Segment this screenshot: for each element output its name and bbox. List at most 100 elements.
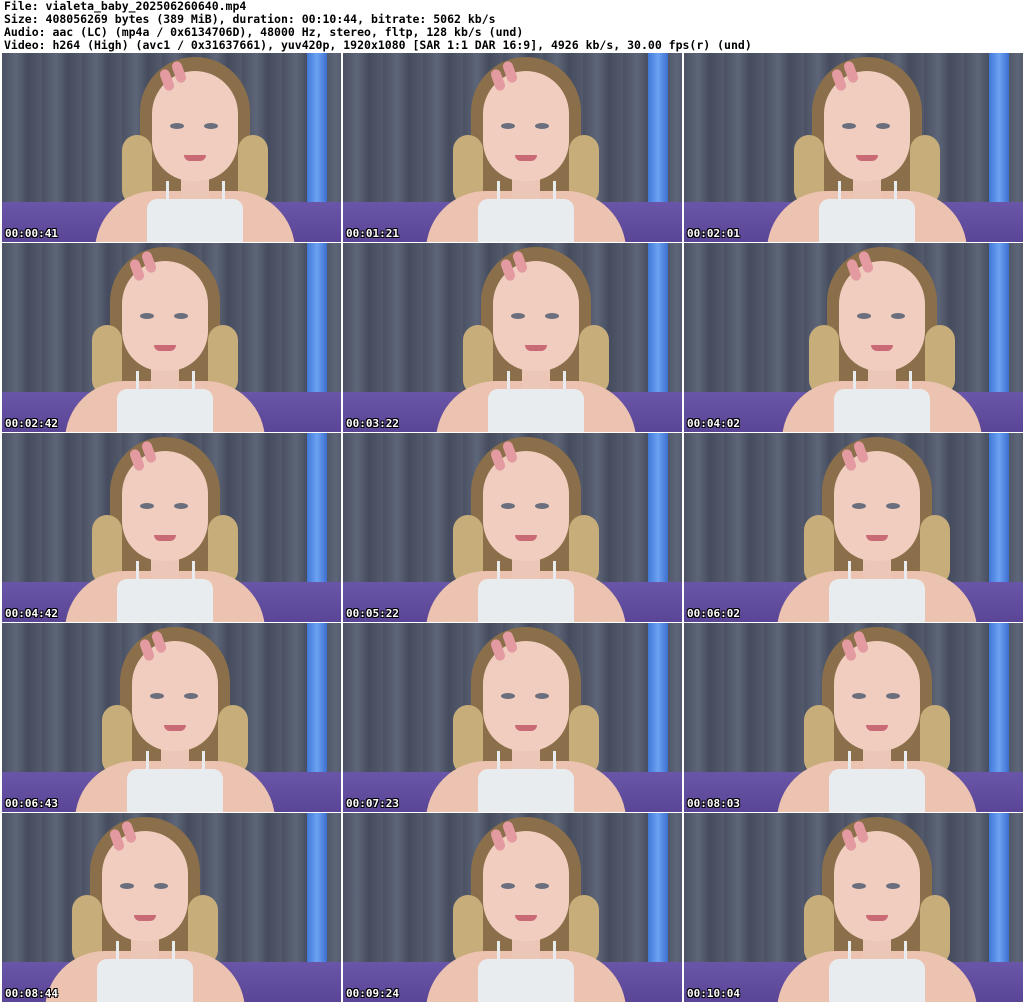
white-top xyxy=(478,579,574,622)
white-top xyxy=(488,389,584,432)
video-thumbnail[interactable]: 00:08:03 xyxy=(684,623,1023,812)
white-top xyxy=(829,769,925,812)
thumbnail-timestamp: 00:02:42 xyxy=(5,417,58,430)
eye-right xyxy=(886,883,900,889)
eye-left xyxy=(140,313,154,319)
video-thumbnail[interactable]: 00:09:24 xyxy=(343,813,682,1002)
thumbnail-timestamp: 00:10:04 xyxy=(687,987,740,1000)
strap-left xyxy=(166,181,169,203)
video-thumbnail[interactable]: 00:00:41 xyxy=(2,53,341,242)
eye-right xyxy=(876,123,890,129)
white-top xyxy=(117,579,213,622)
eye-right xyxy=(891,313,905,319)
eye-left xyxy=(501,123,515,129)
eye-left xyxy=(501,883,515,889)
white-top xyxy=(117,389,213,432)
white-top xyxy=(834,389,930,432)
video-thumbnail[interactable]: 00:08:44 xyxy=(2,813,341,1002)
strap-right xyxy=(553,941,556,963)
strap-left xyxy=(853,371,856,393)
video-thumbnail[interactable]: 00:10:04 xyxy=(684,813,1023,1002)
thumbnail-timestamp: 00:06:43 xyxy=(5,797,58,810)
mouth xyxy=(134,915,156,921)
file-name: File: vialeta_baby_202506260640.mp4 xyxy=(4,0,247,13)
strap-right xyxy=(222,181,225,203)
thumbnail-timestamp: 00:02:01 xyxy=(687,227,740,240)
strap-right xyxy=(894,181,897,203)
strap-right xyxy=(563,371,566,393)
strap-left xyxy=(136,561,139,583)
eye-left xyxy=(170,123,184,129)
video-thumbnail[interactable]: 00:02:01 xyxy=(684,53,1023,242)
eye-left xyxy=(852,503,866,509)
video-thumbnail[interactable]: 00:06:02 xyxy=(684,433,1023,622)
eye-left xyxy=(150,693,164,699)
mouth xyxy=(154,535,176,541)
video-thumbnail[interactable]: 00:01:21 xyxy=(343,53,682,242)
mouth xyxy=(154,345,176,351)
thumbnail-timestamp: 00:06:02 xyxy=(687,607,740,620)
audio-info: Audio: aac (LC) (mp4a / 0x6134706D), 480… xyxy=(4,26,524,39)
mouth xyxy=(515,535,537,541)
thumbnail-timestamp: 00:08:03 xyxy=(687,797,740,810)
strap-right xyxy=(904,941,907,963)
strap-left xyxy=(838,181,841,203)
mouth xyxy=(525,345,547,351)
white-top xyxy=(829,959,925,1002)
strap-left xyxy=(497,561,500,583)
video-thumbnail[interactable]: 00:06:43 xyxy=(2,623,341,812)
eye-right xyxy=(535,693,549,699)
thumbnail-timestamp: 00:03:22 xyxy=(346,417,399,430)
mouth xyxy=(871,345,893,351)
strap-right xyxy=(202,751,205,773)
strap-right xyxy=(553,751,556,773)
mouth xyxy=(184,155,206,161)
eye-right xyxy=(174,503,188,509)
video-thumbnail[interactable]: 00:04:42 xyxy=(2,433,341,622)
thumbnail-timestamp: 00:01:21 xyxy=(346,227,399,240)
strap-right xyxy=(904,561,907,583)
eye-left xyxy=(140,503,154,509)
strap-left xyxy=(116,941,119,963)
video-thumbnail[interactable]: 00:07:23 xyxy=(343,623,682,812)
white-top xyxy=(478,769,574,812)
thumbnail-timestamp: 00:07:23 xyxy=(346,797,399,810)
strap-left xyxy=(848,751,851,773)
strap-right xyxy=(553,561,556,583)
white-top xyxy=(819,199,915,242)
mouth xyxy=(515,725,537,731)
mouth xyxy=(515,915,537,921)
strap-left xyxy=(848,941,851,963)
eye-left xyxy=(842,123,856,129)
eye-right xyxy=(535,503,549,509)
eye-left xyxy=(120,883,134,889)
eye-left xyxy=(511,313,525,319)
eye-right xyxy=(886,693,900,699)
strap-left xyxy=(507,371,510,393)
eye-right xyxy=(184,693,198,699)
eye-right xyxy=(535,883,549,889)
white-top xyxy=(478,199,574,242)
mouth xyxy=(866,915,888,921)
white-top xyxy=(97,959,193,1002)
eye-right xyxy=(886,503,900,509)
eye-left xyxy=(501,503,515,509)
video-thumbnail[interactable]: 00:05:22 xyxy=(343,433,682,622)
eye-right xyxy=(204,123,218,129)
video-thumbnail[interactable]: 00:03:22 xyxy=(343,243,682,432)
thumbnail-timestamp: 00:04:02 xyxy=(687,417,740,430)
strap-left xyxy=(497,941,500,963)
thumbnail-timestamp: 00:08:44 xyxy=(5,987,58,1000)
mouth xyxy=(164,725,186,731)
strap-right xyxy=(909,371,912,393)
strap-left xyxy=(497,181,500,203)
strap-right xyxy=(192,371,195,393)
strap-left xyxy=(146,751,149,773)
mouth xyxy=(866,725,888,731)
video-thumbnail[interactable]: 00:04:02 xyxy=(684,243,1023,432)
thumbnail-timestamp: 00:00:41 xyxy=(5,227,58,240)
eye-left xyxy=(857,313,871,319)
strap-left xyxy=(136,371,139,393)
mouth xyxy=(866,535,888,541)
video-thumbnail[interactable]: 00:02:42 xyxy=(2,243,341,432)
